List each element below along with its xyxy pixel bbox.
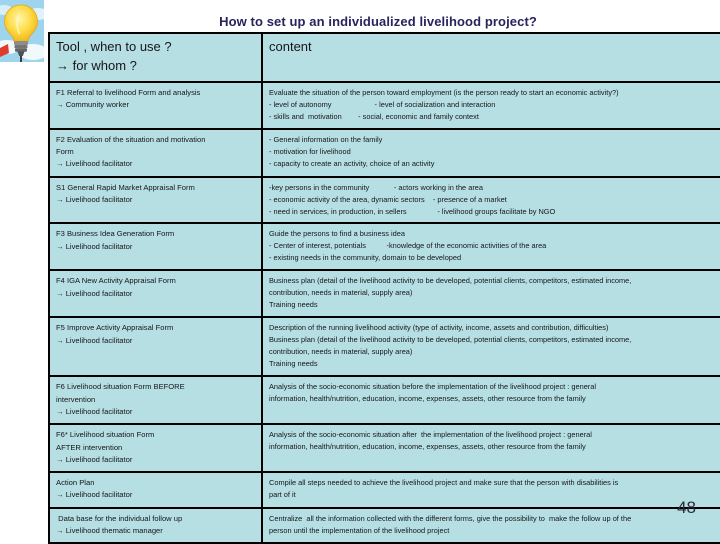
cell-content: Description of the running livelihood ac… <box>261 316 720 378</box>
tool-line: S1 General Rapid Market Appraisal Form <box>56 182 195 192</box>
tools-table-body: Tool , when to use ? → for whom ? conten… <box>48 32 720 544</box>
cell-content: Analysis of the socio-economic situation… <box>261 423 720 474</box>
content-line: information, health/nutrition, education… <box>269 394 586 404</box>
tool-line: → Livelihood facilitator <box>56 490 133 500</box>
tool-line: → Community worker <box>56 99 129 109</box>
tool-line: F2 Evaluation of the situation and motiv… <box>56 134 206 144</box>
cell-tool: F6 Livelihood situation Form BEFORE inter… <box>48 375 263 426</box>
cell-content: Compile all steps needed to achieve the … <box>261 471 720 509</box>
table-row: F6 Livelihood situation Form BEFORE inter… <box>48 375 720 426</box>
cell-tool: F6* Livelihood situation Form AFTER inter… <box>48 423 263 474</box>
content-line: Analysis of the socio-economic situation… <box>269 430 592 440</box>
table-row: F6* Livelihood situation Form AFTER inter… <box>48 423 720 474</box>
cell-tool: F3 Business Idea Generation Form → Liveli… <box>48 222 263 272</box>
cell-tool: S1 General Rapid Market Appraisal Form → … <box>48 175 263 225</box>
table-row: F1 Referral to livelihood Form and analy… <box>48 80 720 130</box>
table-row: Data base for the individual follow up → … <box>48 506 720 544</box>
tool-line: → Livelihood facilitator <box>56 194 133 204</box>
cell-content: Business plan (detail of the livelihood … <box>261 269 720 319</box>
tool-line: → Livelihood thematic manager <box>56 526 163 535</box>
table-row: F5 Improve Activity Appraisal Form → Live… <box>48 316 720 378</box>
cell-tool: F2 Evaluation of the situation and motiv… <box>48 127 263 178</box>
lightbulb-logo <box>0 0 44 62</box>
page-title: How to set up an individualized liveliho… <box>219 14 537 29</box>
cell-tool: F4 IGA New Activity Appraisal Form → Live… <box>48 269 263 319</box>
cell-content: Evaluate the situation of the person tow… <box>261 80 720 130</box>
tools-table: Tool , when to use ? → for whom ? conten… <box>48 32 720 544</box>
cell-content: -key persons in the community - actors w… <box>261 175 720 225</box>
content-line: Description of the running livelihood ac… <box>269 323 609 333</box>
tool-line: F6* Livelihood situation Form <box>56 430 155 440</box>
table-row: F3 Business Idea Generation Form → Liveli… <box>48 222 720 272</box>
content-line: Analysis of the socio-economic situation… <box>269 382 597 392</box>
content-line: - capacity to create an activity, choice… <box>269 158 435 168</box>
cell-tool: F1 Referral to livelihood Form and analy… <box>48 80 263 130</box>
content-line: - motivation for livelihood <box>269 146 351 156</box>
content-line: part of it <box>269 490 296 500</box>
tool-line: → Livelihood facilitator <box>56 454 133 464</box>
tool-line: → Livelihood facilitator <box>56 406 133 416</box>
cell-tool: Data base for the individual follow up → … <box>48 506 263 544</box>
content-line: Training needs <box>269 359 318 369</box>
table-row: S1 General Rapid Market Appraisal Form → … <box>48 175 720 225</box>
tool-line: → Livelihood facilitator <box>56 288 133 298</box>
content-line: Evaluate the situation of the person tow… <box>269 87 619 97</box>
tool-line: Form <box>56 146 74 156</box>
cell-content: Analysis of the socio-economic situation… <box>261 375 720 426</box>
page-number: 48 <box>677 498 696 517</box>
content-line: Compile all steps needed to achieve the … <box>269 478 619 488</box>
content-line: Centralize all the information collected… <box>269 513 632 523</box>
table-row: F2 Evaluation of the situation and motiv… <box>48 127 720 178</box>
cell-content: Centralize all the information collected… <box>261 506 720 544</box>
tool-line: Action Plan <box>56 478 95 488</box>
header-tool-line-2: → for whom ? <box>56 57 137 73</box>
cell-tool: F5 Improve Activity Appraisal Form → Live… <box>48 316 263 378</box>
tool-line: Data base for the individual follow up <box>56 513 183 523</box>
content-line: - need in services, in production, in se… <box>269 206 556 216</box>
tool-line: F4 IGA New Activity Appraisal Form <box>56 276 176 286</box>
lightbulb-icon <box>0 0 44 62</box>
table-header-row: Tool , when to use ? → for whom ? conten… <box>48 32 720 83</box>
tool-line: F6 Livelihood situation Form BEFORE <box>56 382 185 392</box>
content-line: Business plan (detail of the livelihood … <box>269 335 632 345</box>
cell-tool: Action Plan → Livelihood facilitator <box>48 471 263 509</box>
table-row: F4 IGA New Activity Appraisal Form → Live… <box>48 269 720 319</box>
content-line: contribution, needs in material, supply … <box>269 288 413 298</box>
content-line: information, health/nutrition, education… <box>269 442 586 452</box>
content-line: Business plan (detail of the livelihood … <box>269 276 632 286</box>
cell-content: Guide the persons to find a business ide… <box>261 222 720 272</box>
tool-line: F5 Improve Activity Appraisal Form <box>56 323 174 333</box>
tool-line: AFTER intervention <box>56 442 123 452</box>
content-line: - Center of interest, potentials -knowle… <box>269 241 547 251</box>
header-cell-content: content <box>261 32 720 83</box>
content-line: contribution, needs in material, supply … <box>269 347 413 357</box>
content-line: Training needs <box>269 300 318 310</box>
tool-line: F1 Referral to livelihood Form and analy… <box>56 87 201 97</box>
content-line: - General information on the family <box>269 134 383 144</box>
tool-line: → Livelihood facilitator <box>56 159 133 169</box>
tool-line: → Livelihood facilitator <box>56 241 133 251</box>
tool-line: → Livelihood facilitator <box>56 335 133 345</box>
tool-line: intervention <box>56 394 96 404</box>
header-cell-tool: Tool , when to use ? → for whom ? <box>48 32 263 83</box>
cell-content: - General information on the family - mot… <box>261 127 720 178</box>
content-line: - skills and motivation - social, econom… <box>269 111 479 121</box>
tool-line: F3 Business Idea Generation Form <box>56 229 175 239</box>
content-line: - existing needs in the community, domai… <box>269 253 462 263</box>
table-row: Action Plan → Livelihood facilitator Compi… <box>48 471 720 509</box>
content-line: - level of autonomy - level of socializa… <box>269 99 496 109</box>
content-line: person until the implementation of the l… <box>269 525 450 535</box>
content-line: Guide the persons to find a business ide… <box>269 229 405 239</box>
content-line: -key persons in the community - actors w… <box>269 182 484 192</box>
header-tool-line-1: Tool , when to use ? <box>56 39 172 54</box>
content-line: - economic activity of the area, dynamic… <box>269 194 507 204</box>
